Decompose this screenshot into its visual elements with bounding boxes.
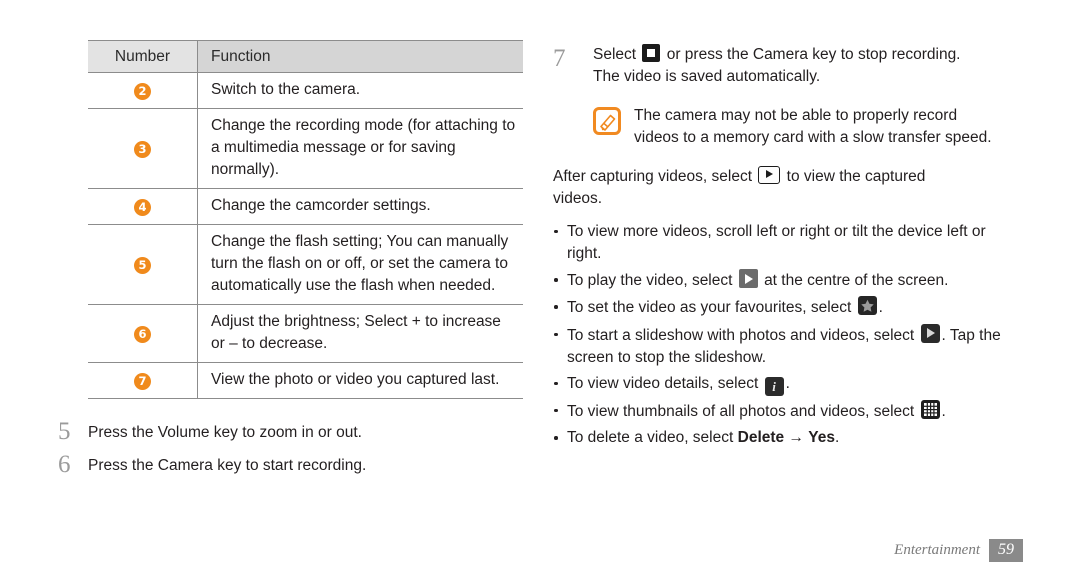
row-number-cell: 5 [88,224,198,305]
page-footer: Entertainment 59 [894,539,1023,562]
row-function-cell: Adjust the brightness; Select + to incre… [197,304,523,363]
play-box-icon [758,165,781,184]
list-item: To play the video, select at the centre … [553,269,1023,292]
row-number-cell: 4 [88,188,198,225]
play-dark-icon [920,323,940,343]
bullet-text-after: at the centre of the screen. [764,272,949,290]
video-tips-list: To view more videos, scroll left or righ… [553,221,1023,449]
step-text-before: Select [593,46,637,63]
step-text: Press the Volume key to zoom in or out. [88,424,362,441]
info-icon: i [764,376,784,396]
bullet-text-before: To view thumbnails of all photos and vid… [567,402,915,420]
pen-nib-glyph [600,114,616,131]
table-body: 2 Switch to the camera. 3 Change the rec… [88,72,523,399]
table-row: 2 Switch to the camera. [88,72,523,109]
note-icon-wrapper [593,105,634,135]
paragraph-line2: videos. [553,189,603,207]
number-badge: 2 [134,82,151,100]
row-function-cell: Switch to the camera. [197,72,523,109]
note-callout: The camera may not be able to properly r… [593,105,1023,149]
bullet-text-before: To view video details, select [567,374,759,392]
step-text: Press the Camera key to start recording. [88,457,367,474]
row-number-cell: 6 [88,304,198,363]
table-header-row: Number Function [88,40,523,73]
arrow-separator: → [784,429,809,447]
step-number: 6 [58,451,71,478]
number-badge: 7 [134,372,151,390]
step-text-line2: The video is saved automatically. [593,68,821,86]
menu-yes-label: Yes [808,429,836,447]
column-header-function: Function [197,40,523,73]
right-column: 7 Select or press the Camera key to stop… [553,44,1023,453]
manual-page: Number Function 2 Switch to the camera. … [0,0,1080,586]
bullet-text-before: To delete a video, select [567,429,734,447]
step-number: 5 [58,418,71,445]
table-header: Number Function [88,40,523,73]
left-column: Number Function 2 Switch to the camera. … [55,40,525,485]
row-function-cell: Change the camcorder settings. [197,188,523,225]
step-item-7: 7 Select or press the Camera key to stop… [553,44,1023,89]
number-badge: 6 [134,325,151,343]
row-function-cell: Change the recording mode (for attaching… [197,108,523,189]
bullet-text: To view more videos, scroll left or righ… [567,222,986,263]
table-row: 4 Change the camcorder settings. [88,188,523,225]
bullet-text-after: . [835,429,840,447]
step-item: 6 Press the Camera key to start recordin… [55,452,525,477]
paragraph-before: After capturing videos, select [553,167,753,185]
table-row: 5 Change the flash setting; You can manu… [88,224,523,305]
number-badge: 3 [134,140,151,158]
star-icon [857,296,877,316]
menu-delete-label: Delete [737,429,785,447]
step-text: Select or press the Camera key to stop r… [593,44,961,89]
grid-glyph [923,402,937,416]
row-function-cell: Change the flash setting; You can manual… [197,224,523,305]
left-steps-list: 5 Press the Volume key to zoom in or out… [55,419,525,477]
step-item: 5 Press the Volume key to zoom in or out… [55,419,525,444]
list-item: To start a slideshow with photos and vid… [553,323,1023,369]
note-line-1: The camera may not be able to properly r… [634,106,958,124]
function-table: Number Function 2 Switch to the camera. … [88,40,523,399]
number-badge: 5 [134,256,151,274]
note-line-2: videos to a memory card with a slow tran… [634,128,992,146]
step-number: 7 [553,45,566,72]
number-badge: 4 [134,198,151,216]
bullet-text-after: . [878,299,883,317]
footer-page-number: 59 [989,539,1023,562]
footer-section-label: Entertainment [894,542,980,558]
step-text-after: or press the Camera key to stop recordin… [666,46,961,63]
table-row: 3 Change the recording mode (for attachi… [88,108,523,189]
bullet-text-before: To start a slideshow with photos and vid… [567,326,915,344]
bullet-text-after: . [941,402,946,420]
grid-icon [920,399,940,419]
row-number-cell: 2 [88,72,198,109]
star-glyph [860,299,874,312]
stop-recording-icon [642,44,661,62]
paragraph-after: to view the captured [786,167,926,185]
list-item: To view video details, select i. [553,373,1023,396]
bullet-text-before: To play the video, select [567,272,733,290]
row-number-cell: 3 [88,108,198,189]
row-function-cell: View the photo or video you captured las… [197,362,523,399]
table-row: 6 Adjust the brightness; Select + to inc… [88,304,523,363]
bullet-text-before: To set the video as your favourites, sel… [567,299,852,317]
note-pen-icon [593,106,621,135]
play-gray-icon [738,269,758,289]
note-text: The camera may not be able to properly r… [634,105,992,149]
bullet-text-after: . [785,374,790,392]
after-capturing-paragraph: After capturing videos, select to view t… [553,165,1023,210]
list-item: To set the video as your favourites, sel… [553,296,1023,319]
list-item: To view thumbnails of all photos and vid… [553,399,1023,423]
row-number-cell: 7 [88,362,198,399]
list-item: To delete a video, select Delete → Yes. [553,427,1023,449]
list-item: To view more videos, scroll left or righ… [553,221,1023,265]
table-row: 7 View the photo or video you captured l… [88,362,523,399]
column-header-number: Number [88,40,198,73]
